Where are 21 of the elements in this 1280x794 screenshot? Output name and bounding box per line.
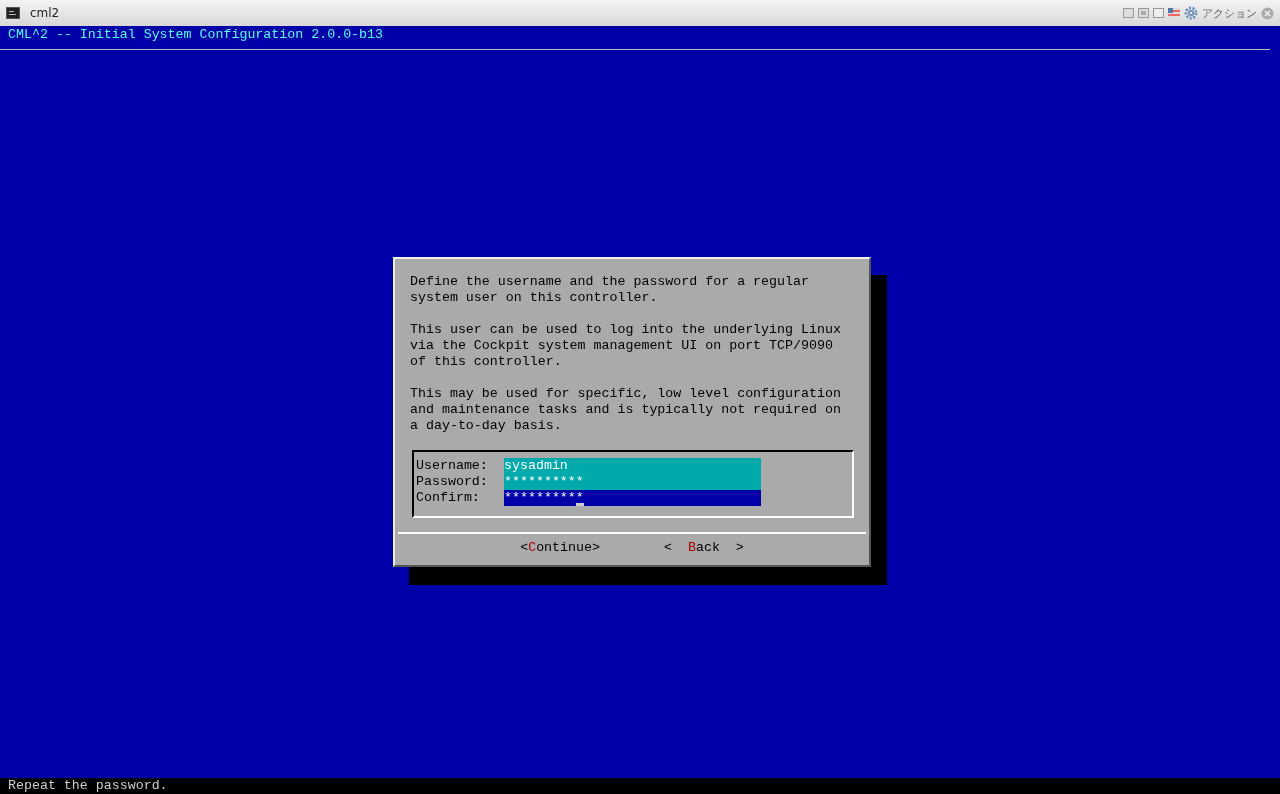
terminal-icon [6, 7, 20, 19]
flag-icon[interactable] [1168, 8, 1180, 18]
window-title: cml2 [30, 6, 60, 20]
dialog-text: This user can be used to log into the underlying Linux via the Cockpit system management UI on port TCP/9090 of this controller. [410, 322, 842, 370]
screen-icon[interactable] [1123, 8, 1134, 18]
dialog-button[interactable]: < Back > [664, 540, 744, 556]
actions-menu[interactable]: アクション [1202, 5, 1257, 21]
field-label: Username: [416, 458, 489, 474]
window-icon[interactable] [1153, 8, 1164, 18]
console-header: CML^2 -- Initial System Configuration 2.0.0-b13 [0, 26, 1270, 50]
gear-icon[interactable] [1184, 6, 1198, 20]
input-field[interactable]: ********** [504, 490, 761, 506]
close-icon[interactable] [1261, 6, 1274, 20]
text-cursor [576, 503, 584, 506]
screen-icon[interactable] [1138, 8, 1149, 18]
field-label: Confirm: [416, 490, 481, 506]
dialog-button[interactable]: <Continue> [520, 540, 600, 556]
dialog-text: This may be used for specific, low level configuration and maintenance tasks and is typically not required on a day-to-day basis. [410, 386, 842, 434]
field-label: Password: [416, 474, 489, 490]
dialog-text: Define the username and the password for a regular system user on this controller. [410, 274, 810, 306]
status-text: Repeat the password. [8, 778, 168, 793]
